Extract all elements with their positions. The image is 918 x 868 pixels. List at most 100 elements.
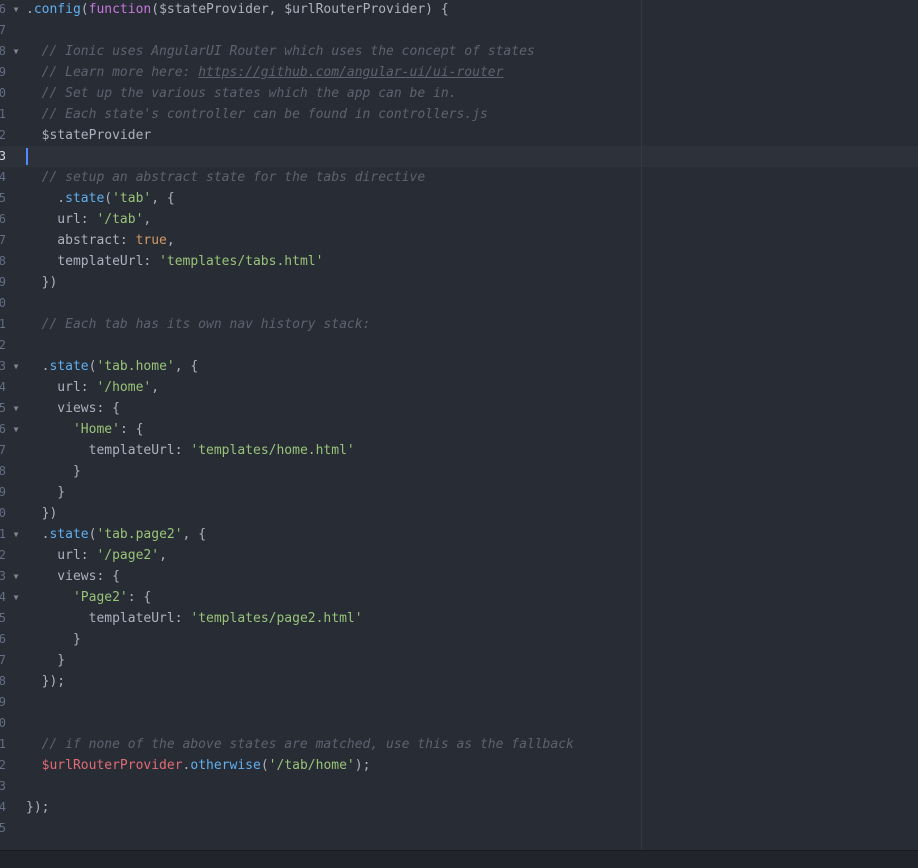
line-number: 2 xyxy=(0,548,6,562)
code-token-plain: } xyxy=(26,632,81,647)
code-line[interactable]: 9 }) xyxy=(0,272,918,293)
code-line[interactable]: 6 url: '/tab', xyxy=(0,209,918,230)
code-token-string: '/page2' xyxy=(96,548,160,563)
code-line[interactable]: 4 ▼ 'Page2': { xyxy=(0,587,918,608)
code-line[interactable]: 9 } xyxy=(0,482,918,503)
line-number: 7 xyxy=(0,653,6,667)
code-line[interactable]: 5 templateUrl: 'templates/page2.html' xyxy=(0,608,918,629)
code-line[interactable]: 3 xyxy=(0,776,918,797)
code-token-string: '/tab/home' xyxy=(268,758,355,773)
code-line[interactable]: 2 xyxy=(0,335,918,356)
code-line[interactable]: 1 // Each state's controller can be foun… xyxy=(0,104,918,125)
line-number: 1 xyxy=(0,737,6,751)
line-content: } xyxy=(26,629,81,650)
line-content: 'Home': { xyxy=(26,419,143,440)
code-line[interactable]: 4 url: '/home', xyxy=(0,377,918,398)
code-line[interactable]: 8 }); xyxy=(0,671,918,692)
code-line[interactable]: 3 xyxy=(0,146,918,167)
code-token-plain: , xyxy=(166,233,175,248)
code-line[interactable]: 2 $stateProvider xyxy=(0,125,918,146)
code-token-plain: } xyxy=(26,464,81,479)
line-number: 5 xyxy=(0,401,6,415)
line-number: 0 xyxy=(0,506,6,520)
code-line[interactable]: 5 .state('tab', { xyxy=(0,188,918,209)
code-line[interactable]: 4}); xyxy=(0,797,918,818)
code-line[interactable]: 1 // if none of the above states are mat… xyxy=(0,734,918,755)
line-number: 2 xyxy=(0,338,6,352)
line-content: // Set up the various states which the a… xyxy=(26,83,457,104)
line-content: $urlRouterProvider.otherwise('/tab/home'… xyxy=(26,755,371,776)
code-line[interactable]: 9 xyxy=(0,692,918,713)
line-number: 3 xyxy=(0,569,6,583)
code-line[interactable]: 3 ▼ .state('tab.home', { xyxy=(0,356,918,377)
line-content: // setup an abstract state for the tabs … xyxy=(26,167,426,188)
chevron-down-icon[interactable]: ▼ xyxy=(11,566,21,587)
code-line[interactable]: 7 xyxy=(0,20,918,41)
code-line[interactable]: 8 templateUrl: 'templates/tabs.html' xyxy=(0,251,918,272)
code-line[interactable]: 6 } xyxy=(0,629,918,650)
code-line[interactable]: 7 templateUrl: 'templates/home.html' xyxy=(0,440,918,461)
code-line[interactable]: 8 } xyxy=(0,461,918,482)
line-number: 9 xyxy=(0,485,6,499)
code-lines[interactable]: 6 ▼ .config(function($stateProvider, $urlR… xyxy=(0,0,918,839)
code-token-link[interactable]: https://github.com/angular-ui/ui-router xyxy=(198,65,503,80)
line-content: } xyxy=(26,482,65,503)
code-token-plain: , xyxy=(159,548,167,563)
line-number: 0 xyxy=(0,716,6,730)
line-content: templateUrl: 'templates/page2.html' xyxy=(26,608,363,629)
chevron-down-icon[interactable]: ▼ xyxy=(11,419,21,440)
code-token-func: otherwise xyxy=(190,758,261,773)
code-line[interactable]: 3 ▼ views: { xyxy=(0,566,918,587)
chevron-down-icon[interactable]: ▼ xyxy=(11,41,21,62)
chevron-down-icon[interactable]: ▼ xyxy=(11,587,21,608)
code-line[interactable]: 2 $urlRouterProvider.otherwise('/tab/hom… xyxy=(0,755,918,776)
code-line[interactable]: 8 ▼ // Ionic uses AngularUI Router which … xyxy=(0,41,918,62)
chevron-down-icon[interactable]: ▼ xyxy=(11,356,21,377)
code-line[interactable]: 0 // Set up the various states which the… xyxy=(0,83,918,104)
code-token-string: 'Page2' xyxy=(72,590,128,605)
wrap-guide xyxy=(641,0,642,850)
code-line[interactable]: 5 ▼ views: { xyxy=(0,398,918,419)
line-content: views: { xyxy=(26,398,120,419)
line-content: }); xyxy=(26,671,66,692)
code-line[interactable]: 1 ▼ .state('tab.page2', { xyxy=(0,524,918,545)
code-line[interactable]: 7 abstract: true, xyxy=(0,230,918,251)
line-number: 8 xyxy=(0,674,6,688)
chevron-down-icon[interactable]: ▼ xyxy=(11,398,21,419)
line-content: views: { xyxy=(26,566,120,587)
code-token-plain: templateUrl: xyxy=(26,254,160,269)
line-number: 3 xyxy=(0,779,6,793)
code-line[interactable]: 0 xyxy=(0,713,918,734)
line-number: 8 xyxy=(0,254,6,268)
code-token-comment: // Each tab has its own nav history stac… xyxy=(26,317,371,332)
line-number: 0 xyxy=(0,296,6,310)
code-token-plain: }); xyxy=(26,674,66,689)
code-token-string: 'templates/page2.html' xyxy=(190,611,363,626)
chevron-down-icon[interactable]: ▼ xyxy=(11,0,21,20)
code-token-plain: . xyxy=(26,359,50,374)
code-line[interactable]: 7 } xyxy=(0,650,918,671)
code-token-plain: }) xyxy=(26,275,58,290)
line-number: 5 xyxy=(0,611,6,625)
line-content: // if none of the above states are match… xyxy=(26,734,574,755)
chevron-down-icon[interactable]: ▼ xyxy=(11,524,21,545)
code-line[interactable]: 0 xyxy=(0,293,918,314)
line-content: // Ionic uses AngularUI Router which use… xyxy=(26,41,535,62)
code-token-comment: // setup an abstract state for the tabs … xyxy=(26,170,426,185)
code-line[interactable]: 1 // Each tab has its own nav history st… xyxy=(0,314,918,335)
code-token-plain: ( xyxy=(80,2,89,17)
line-number: 5 xyxy=(0,191,6,205)
code-line[interactable]: 5 xyxy=(0,818,918,839)
code-line[interactable]: 4 // setup an abstract state for the tab… xyxy=(0,167,918,188)
code-line[interactable]: 0 }) xyxy=(0,503,918,524)
code-editor[interactable]: 6 ▼ .config(function($stateProvider, $urlR… xyxy=(0,0,918,868)
code-line[interactable]: 6 ▼ .config(function($stateProvider, $urlR… xyxy=(0,0,918,20)
code-line[interactable]: 9 // Learn more here: https://github.com… xyxy=(0,62,918,83)
code-token-func: config xyxy=(33,2,81,17)
code-line[interactable]: 6 ▼ 'Home': { xyxy=(0,419,918,440)
code-token-comment: // Each state's controller can be found … xyxy=(26,107,488,122)
line-number: 9 xyxy=(0,275,6,289)
code-line[interactable]: 2 url: '/page2', xyxy=(0,545,918,566)
code-token-comment: // Ionic uses AngularUI Router which use… xyxy=(26,44,535,59)
